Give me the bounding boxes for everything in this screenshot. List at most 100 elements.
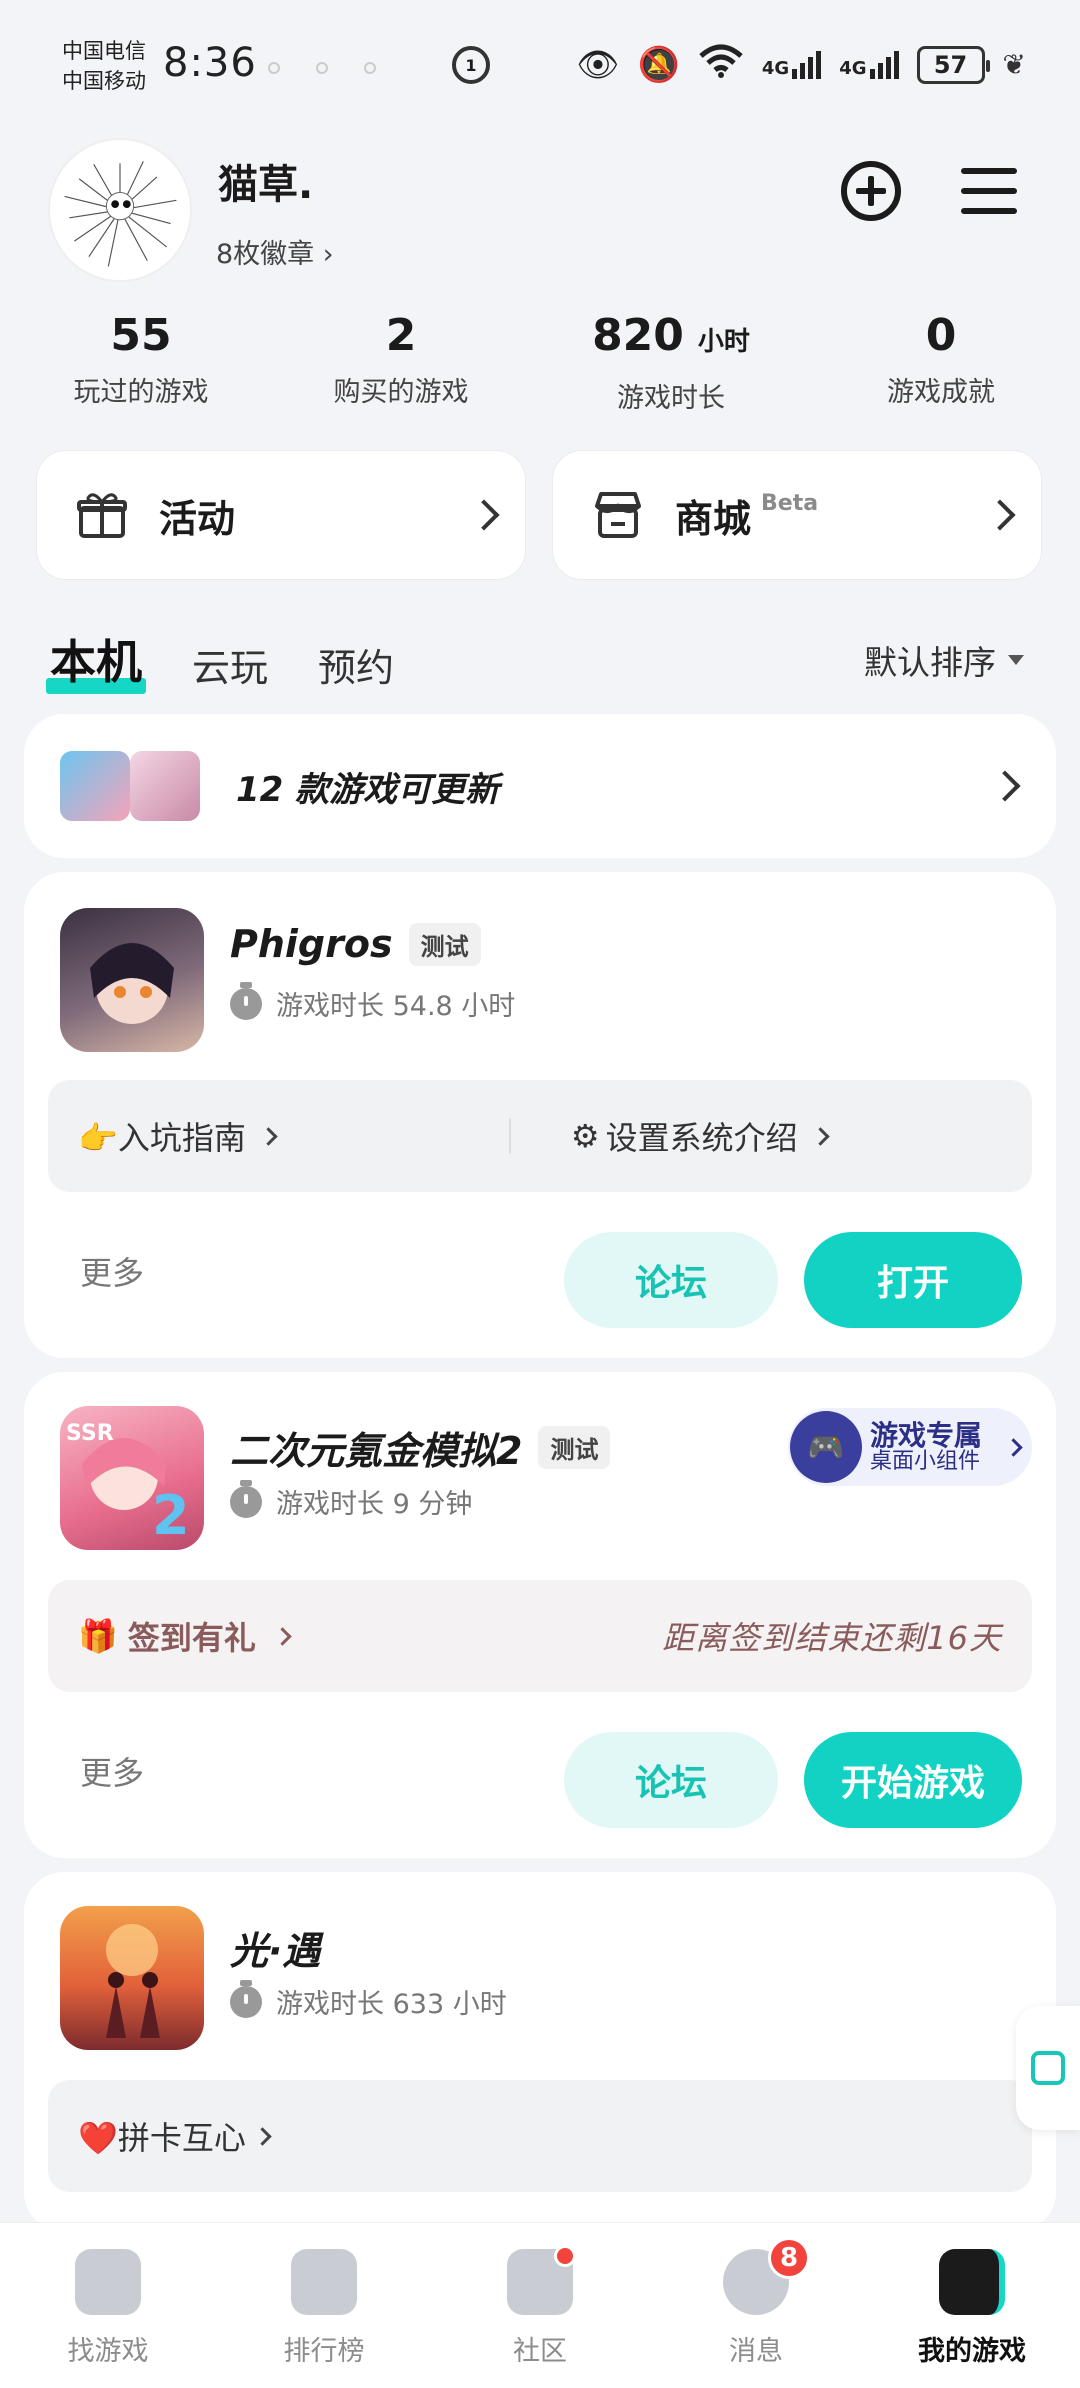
- settings-intro-link[interactable]: ⚙ 设置系统介绍: [571, 1113, 1002, 1159]
- playtime: 游戏时长 9 分钟: [230, 1479, 473, 1521]
- game-card-gacha-sim: 2 SSR 二次元氪金模拟2 测试 游戏时长 9 分钟 🎮 游戏专属 桌面小组件 …: [24, 1372, 1056, 1858]
- signal-2-icon: 4G: [839, 50, 899, 79]
- status-bar: 中国电信 中国移动 8:36 1 👁 🔕 4G 4G 57 ❦: [0, 0, 1080, 130]
- gift-icon: [77, 493, 127, 538]
- signal-1-icon: 4G: [761, 50, 822, 79]
- updates-text: 12 款游戏可更新: [236, 769, 500, 810]
- updates-card[interactable]: 12 款游戏可更新: [24, 714, 1056, 858]
- nav-community[interactable]: 社区: [432, 2223, 648, 2388]
- activity-label: 活动: [159, 496, 236, 541]
- shop-label: 商城 Beta: [675, 488, 989, 543]
- playtime-text: 游戏时长 633 小时: [276, 1989, 507, 2020]
- menu-button[interactable]: [956, 158, 1022, 224]
- svg-text:SSR: SSR: [66, 1421, 114, 1446]
- gift-icon: 🎁: [78, 1617, 118, 1655]
- carrier-1: 中国电信: [62, 39, 146, 63]
- stat-bought[interactable]: 2 购买的游戏: [266, 308, 536, 415]
- guide-link-text: 👉入坑指南: [78, 1119, 246, 1157]
- stat-value: 820: [592, 310, 684, 361]
- mute-bell-icon: 🔕: [637, 44, 680, 85]
- download-float-button[interactable]: [1016, 2006, 1080, 2130]
- leaf-icon: ❦: [1002, 48, 1026, 81]
- add-button[interactable]: [838, 158, 904, 224]
- stat-value: 2: [385, 310, 417, 361]
- gamepad-icon: 🎮: [790, 1411, 862, 1483]
- more-link[interactable]: 更多: [80, 1248, 144, 1294]
- nav-messages[interactable]: 8 消息: [648, 2223, 864, 2388]
- wifi-icon: [698, 44, 744, 85]
- stat-achievements[interactable]: 0 游戏成就: [806, 308, 1076, 415]
- store-icon: [595, 492, 641, 538]
- widget-title: 游戏专属: [870, 1418, 983, 1452]
- game-title[interactable]: Phigros 测试: [230, 922, 481, 966]
- game-icon[interactable]: 2 SSR: [60, 1406, 204, 1550]
- game-title-text: Phigros: [230, 922, 393, 966]
- nav-find-games[interactable]: 找游戏: [0, 2223, 216, 2388]
- status-icons: 👁 🔕 4G 4G 57 ❦: [576, 44, 1026, 85]
- signin-label: 签到有礼: [127, 1619, 256, 1657]
- stat-played[interactable]: 55 玩过的游戏: [16, 308, 266, 415]
- widget-subtitle: 桌面小组件: [870, 1449, 981, 1475]
- playtime-text: 游戏时长 9 分钟: [276, 1489, 473, 1520]
- badges-link[interactable]: 8枚徽章 ›: [216, 232, 334, 271]
- timer-icon: [230, 1479, 262, 1518]
- net-type-1: 4G: [761, 57, 790, 79]
- update-game-icons: [60, 751, 204, 821]
- more-link[interactable]: 更多: [80, 1748, 144, 1794]
- game-title-text: 二次元氪金模拟2: [230, 1429, 523, 1473]
- chevron-right-icon: [984, 499, 1016, 531]
- notification-badge-icon: 1: [452, 46, 490, 84]
- test-tag: 测试: [408, 922, 481, 966]
- card-match-text: ❤️拼卡互心: [78, 2119, 246, 2157]
- chevron-right-icon: [468, 499, 500, 531]
- nav-label: 排行榜: [283, 2336, 365, 2367]
- username[interactable]: 猫草.: [218, 152, 313, 210]
- shop-entry[interactable]: 商城 Beta: [552, 450, 1042, 580]
- shop-label-text: 商城: [675, 496, 752, 541]
- tab-local[interactable]: 本机: [46, 626, 146, 696]
- ranking-icon: [291, 2249, 357, 2315]
- forum-button[interactable]: 论坛: [564, 1732, 778, 1828]
- chevron-right-icon: [810, 1126, 830, 1146]
- start-game-button[interactable]: 开始游戏: [804, 1732, 1022, 1828]
- stat-label: 游戏时长: [617, 383, 725, 414]
- stat-label: 购买的游戏: [333, 377, 469, 408]
- guide-link[interactable]: 👉入坑指南: [78, 1113, 509, 1159]
- activity-entry[interactable]: 活动: [36, 450, 526, 580]
- open-button[interactable]: 打开: [804, 1232, 1022, 1328]
- timer-icon: [230, 1979, 262, 2018]
- avatar[interactable]: [48, 138, 192, 282]
- desktop-widget-button[interactable]: 🎮 游戏专属 桌面小组件: [788, 1408, 1032, 1486]
- bottom-nav: 找游戏 排行榜 社区 8 消息 我的游戏: [0, 2222, 1080, 2388]
- game-thumb: [130, 751, 200, 821]
- tab-reserve[interactable]: 预约: [318, 637, 394, 696]
- carrier-2: 中国移动: [62, 69, 146, 93]
- chevron-right-icon: [989, 770, 1021, 802]
- game-icon[interactable]: [60, 1906, 204, 2050]
- notification-dots: [268, 62, 376, 74]
- stat-playtime[interactable]: 820 小时 游戏时长: [536, 308, 806, 415]
- card-match-bar[interactable]: ❤️拼卡互心: [48, 2080, 1032, 2192]
- game-title[interactable]: 二次元氪金模拟2 测试: [230, 1420, 611, 1475]
- nav-label: 我的游戏: [918, 2336, 1026, 2367]
- nav-rankings[interactable]: 排行榜: [216, 2223, 432, 2388]
- svg-text:2: 2: [152, 1484, 190, 1547]
- sort-dropdown[interactable]: 默认排序: [864, 636, 1024, 684]
- tab-cloud[interactable]: 云玩: [192, 637, 268, 696]
- forum-button[interactable]: 论坛: [564, 1232, 778, 1328]
- plus-circle-icon: [841, 161, 901, 221]
- battery-icon: 57: [916, 45, 990, 84]
- game-icon[interactable]: [60, 908, 204, 1052]
- stat-unit: 小时: [697, 327, 750, 357]
- guide-bar: 👉入坑指南 ⚙ 设置系统介绍: [48, 1080, 1032, 1192]
- clock: 8:36: [163, 40, 257, 86]
- chevron-right-icon: [1004, 1437, 1023, 1457]
- signin-countdown: 距离签到结束还剩16天: [662, 1619, 1002, 1657]
- game-title[interactable]: 光·遇: [230, 1920, 320, 1975]
- nav-label: 找游戏: [67, 2336, 149, 2367]
- nav-my-games[interactable]: 我的游戏: [864, 2223, 1080, 2388]
- game-card-sky: 光·遇 游戏时长 633 小时 ❤️拼卡互心: [24, 1872, 1056, 2232]
- caret-down-icon: [1008, 655, 1024, 665]
- test-tag: 测试: [538, 1426, 611, 1469]
- signin-bar[interactable]: 🎁 签到有礼 距离签到结束还剩16天: [48, 1580, 1032, 1692]
